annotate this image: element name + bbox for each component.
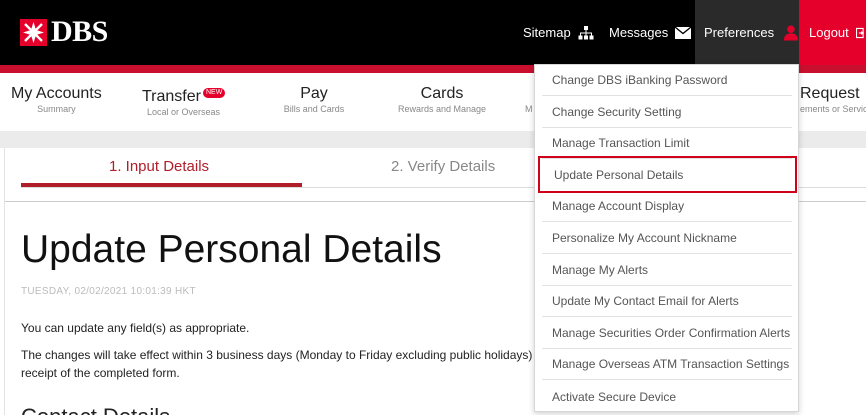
- dbs-star-icon: [20, 18, 47, 46]
- nav-subtitle: Local or Overseas: [147, 107, 221, 117]
- nav-request[interactable]: Request: [800, 85, 860, 103]
- preferences-label: Preferences: [704, 25, 775, 40]
- preferences-link[interactable]: Preferences: [695, 0, 799, 65]
- section-title: Contact Details: [21, 404, 170, 415]
- step-input-details: 1. Input Details: [109, 158, 210, 175]
- nav-title: Pay: [300, 85, 328, 102]
- logout-icon: [855, 27, 864, 38]
- sitemap-link[interactable]: Sitemap: [523, 0, 594, 65]
- instruction-text: You can update any field(s) as appropria…: [21, 321, 250, 335]
- nav-subtitle: Bills and Cards: [283, 104, 345, 114]
- sitemap-label: Sitemap: [523, 25, 571, 40]
- nav-my-accounts[interactable]: My Accounts Summary: [11, 85, 102, 115]
- top-bar: DBS Sitemap Messages Preferences Logout: [0, 0, 866, 65]
- menu-update-personal-details[interactable]: Update Personal Details: [538, 156, 797, 193]
- timestamp: TUESDAY, 02/02/2021 10:01:39 HKT: [21, 286, 196, 297]
- nav-title: My Accounts: [11, 85, 102, 102]
- preferences-dropdown: Change DBS iBanking Password Change Secu…: [534, 64, 799, 412]
- menu-securities-order-alerts[interactable]: Manage Securities Order Confirmation Ale…: [542, 318, 792, 349]
- page-title: Update Personal Details: [21, 228, 442, 271]
- menu-overseas-atm-settings[interactable]: Manage Overseas ATM Transaction Settings: [542, 349, 792, 380]
- nav-subtitle: ements or Servic: [800, 104, 866, 114]
- step-verify-details: 2. Verify Details: [391, 158, 496, 175]
- menu-manage-transaction-limit[interactable]: Manage Transaction Limit: [542, 128, 792, 159]
- menu-personalize-nickname[interactable]: Personalize My Account Nickname: [542, 223, 792, 254]
- menu-manage-account-display[interactable]: Manage Account Display: [542, 191, 792, 222]
- sitemap-icon: [578, 25, 594, 39]
- logout-link[interactable]: Logout: [799, 0, 866, 65]
- messages-label: Messages: [609, 25, 669, 40]
- logout-label: Logout: [809, 25, 849, 40]
- menu-activate-secure-device[interactable]: Activate Secure Device: [542, 381, 792, 412]
- nav-subtitle: Rewards and Manage: [397, 104, 487, 114]
- menu-manage-alerts[interactable]: Manage My Alerts: [542, 255, 792, 286]
- user-icon: [784, 25, 799, 41]
- nav-transfer[interactable]: Transfer NEW Local or Overseas: [142, 88, 226, 118]
- notice-text: The changes will take effect within 3 bu…: [21, 348, 543, 380]
- nav-title: Transfer: [142, 88, 201, 105]
- menu-change-password[interactable]: Change DBS iBanking Password: [542, 65, 792, 96]
- nav-pay[interactable]: Pay Bills and Cards: [283, 85, 345, 115]
- menu-change-security-setting[interactable]: Change Security Setting: [542, 97, 792, 128]
- nav-subtitle: Summary: [37, 104, 76, 114]
- brand-name: DBS: [51, 15, 108, 48]
- nav-title-wrap: Transfer NEW: [142, 88, 226, 106]
- nav-cards[interactable]: Cards Rewards and Manage: [395, 85, 489, 115]
- dbs-logo[interactable]: DBS: [20, 17, 108, 47]
- nav-subtitle-fragment: M: [525, 104, 533, 114]
- menu-update-contact-email[interactable]: Update My Contact Email for Alerts: [542, 286, 792, 317]
- nav-title: Cards: [420, 85, 464, 102]
- active-step-indicator: [21, 183, 302, 187]
- new-badge: NEW: [202, 88, 226, 98]
- envelope-icon: [675, 26, 692, 39]
- messages-link[interactable]: Messages: [609, 0, 692, 65]
